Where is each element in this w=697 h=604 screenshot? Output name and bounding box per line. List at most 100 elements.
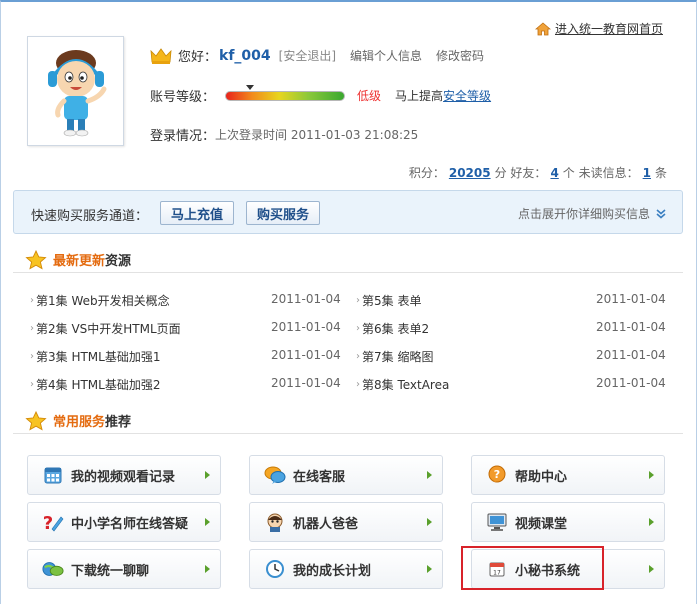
- security-level-text: 低级: [357, 89, 382, 103]
- recharge-button[interactable]: 马上充值: [160, 201, 234, 225]
- arrow-right-icon: [649, 518, 654, 526]
- arrow-right-icon: [649, 565, 654, 573]
- clock-icon: [264, 558, 286, 580]
- svg-text:?: ?: [43, 513, 53, 532]
- resource-date: 2011-01-04: [596, 348, 666, 362]
- service-label[interactable]: 帮助中心: [515, 466, 649, 485]
- monitor-icon: [486, 511, 508, 533]
- resource-title[interactable]: 第4集 HTML基础加强2: [36, 376, 160, 393]
- arrow-right-icon: [427, 565, 432, 573]
- chat-bubbles-icon: [264, 464, 286, 486]
- latest-title-rest: 资源: [105, 254, 132, 269]
- service-label[interactable]: 我的成长计划: [293, 560, 427, 579]
- unread-unit: 条: [654, 166, 667, 180]
- expand-purchase-info[interactable]: 点击展开你详细购买信息: [518, 205, 666, 222]
- service-label[interactable]: 小秘书系统: [515, 560, 649, 579]
- points-unit: 分 好友：: [494, 166, 547, 180]
- home-link-text[interactable]: 进入统一教育网首页: [555, 20, 663, 37]
- edit-profile-link[interactable]: 编辑个人信息: [350, 47, 422, 64]
- calendar-icon: 17: [486, 558, 508, 580]
- arrow-right-icon: [649, 471, 654, 479]
- greeting-row: 您好： kf_004 [安全退出] 编辑个人信息 修改密码: [150, 46, 498, 65]
- service-button[interactable]: 我的视频观看记录: [27, 455, 221, 495]
- friends-value[interactable]: 4: [550, 166, 558, 180]
- bullet-icon: ›: [30, 350, 34, 362]
- logout-link[interactable]: [安全退出]: [279, 47, 336, 64]
- resource-item[interactable]: › 第1集 Web开发相关概念: [30, 290, 170, 310]
- service-label[interactable]: 在线客服: [293, 466, 427, 485]
- bullet-icon: ›: [356, 378, 360, 390]
- resource-title[interactable]: 第6集 表单2: [362, 320, 429, 337]
- login-info-row: 登录情况： 上次登录时间 2011-01-03 21:08:25: [150, 125, 418, 144]
- resource-date: 2011-01-04: [596, 292, 666, 306]
- buy-service-button[interactable]: 购买服务: [246, 201, 320, 225]
- points-label: 积分：: [408, 166, 445, 180]
- resource-title[interactable]: 第1集 Web开发相关概念: [36, 292, 170, 309]
- home-link[interactable]: 进入统一教育网首页: [534, 20, 663, 37]
- service-button[interactable]: ? 中小学名师在线答疑: [27, 502, 221, 542]
- service-label[interactable]: 下载统一聊聊: [71, 560, 205, 579]
- last-login-text: 上次登录时间 2011-01-03 21:08:25: [215, 128, 419, 142]
- robot-icon: [264, 511, 286, 533]
- service-label[interactable]: 视频课堂: [515, 513, 649, 532]
- question-pen-icon: ?: [42, 511, 64, 533]
- resource-item[interactable]: › 第6集 表单2: [356, 318, 429, 338]
- bullet-icon: ›: [356, 350, 360, 362]
- bullet-icon: ›: [30, 294, 34, 306]
- latest-title-highlight: 最新更新: [53, 254, 106, 269]
- arrow-right-icon: [205, 471, 210, 479]
- services-title-highlight: 常用服务: [53, 415, 106, 430]
- improve-prefix: 马上提高: [395, 89, 444, 103]
- star-icon: [25, 249, 47, 270]
- expand-text[interactable]: 点击展开你详细购买信息: [518, 205, 650, 222]
- resource-item[interactable]: › 第3集 HTML基础加强1: [30, 346, 160, 366]
- points-value[interactable]: 20205: [449, 166, 491, 180]
- unread-value[interactable]: 1: [643, 166, 651, 180]
- resource-date: 2011-01-04: [271, 320, 341, 334]
- arrow-right-icon: [205, 518, 210, 526]
- arrow-right-icon: [427, 471, 432, 479]
- star-icon: [25, 410, 47, 431]
- service-button[interactable]: 机器人爸爸: [249, 502, 443, 542]
- account-level-row: 账号等级： 低级 马上提高安全等级: [150, 84, 491, 105]
- service-label[interactable]: 中小学名师在线答疑: [71, 513, 205, 532]
- arrow-right-icon: [205, 565, 210, 573]
- resource-item[interactable]: › 第8集 TextArea: [356, 374, 449, 394]
- arrow-right-icon: [427, 518, 432, 526]
- username: kf_004: [219, 47, 271, 64]
- resource-date: 2011-01-04: [596, 376, 666, 390]
- resource-title[interactable]: 第5集 表单: [362, 292, 421, 309]
- service-label[interactable]: 机器人爸爸: [293, 513, 427, 532]
- latest-resources-heading: 最新更新 资源: [13, 247, 683, 273]
- quick-buy-bar: 快速购买服务通道： 马上充值 购买服务 点击展开你详细购买信息: [13, 190, 683, 234]
- service-button[interactable]: 我的成长计划: [249, 549, 443, 589]
- calendar-grid-icon: [42, 464, 64, 486]
- bullet-icon: ›: [30, 378, 34, 390]
- service-button[interactable]: 下载统一聊聊: [27, 549, 221, 589]
- avatar-cartoon-icon: [47, 50, 106, 137]
- service-button[interactable]: 在线客服: [249, 455, 443, 495]
- chat-globe-icon: [42, 558, 64, 580]
- crown-icon: [150, 47, 172, 65]
- services-heading: 常用服务 推荐: [13, 408, 683, 434]
- resource-item[interactable]: › 第4集 HTML基础加强2: [30, 374, 160, 394]
- resource-title[interactable]: 第3集 HTML基础加强1: [36, 348, 160, 365]
- resource-title[interactable]: 第7集 缩略图: [362, 348, 433, 365]
- improve-security-link[interactable]: 安全等级: [443, 89, 491, 103]
- resource-item[interactable]: › 第7集 缩略图: [356, 346, 433, 366]
- help-bubble-icon: ?: [486, 464, 508, 486]
- resource-item[interactable]: › 第2集 VS中开发HTML页面: [30, 318, 181, 338]
- svg-text:17: 17: [493, 570, 501, 577]
- resource-title[interactable]: 第8集 TextArea: [362, 376, 449, 393]
- level-label: 账号等级：: [150, 90, 216, 105]
- service-button[interactable]: ? 帮助中心: [471, 455, 665, 495]
- service-button[interactable]: 17 小秘书系统: [471, 549, 665, 589]
- service-button[interactable]: 视频课堂: [471, 502, 665, 542]
- bullet-icon: ›: [356, 294, 360, 306]
- quick-buy-label: 快速购买服务通道：: [31, 209, 149, 224]
- svg-text:?: ?: [494, 468, 500, 481]
- resource-item[interactable]: › 第5集 表单: [356, 290, 421, 310]
- resource-title[interactable]: 第2集 VS中开发HTML页面: [36, 320, 181, 337]
- service-label[interactable]: 我的视频观看记录: [71, 466, 205, 485]
- change-password-link[interactable]: 修改密码: [436, 47, 484, 64]
